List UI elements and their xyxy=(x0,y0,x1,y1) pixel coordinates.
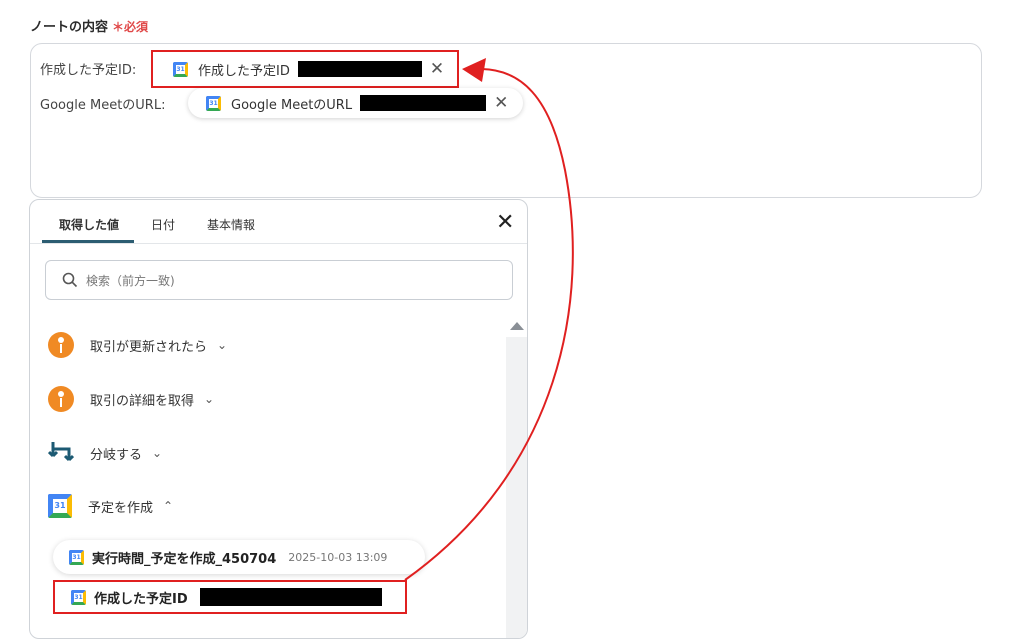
annotation-arrow xyxy=(404,58,574,581)
